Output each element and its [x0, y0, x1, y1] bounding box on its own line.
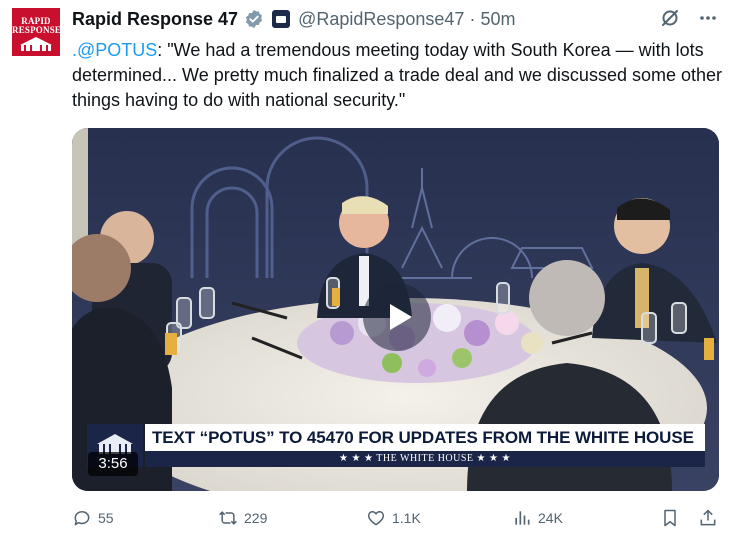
reply-count: 55	[98, 510, 114, 526]
timestamp[interactable]: 50m	[480, 9, 515, 30]
handle[interactable]: @RapidResponse47	[298, 9, 464, 30]
government-flag-icon[interactable]	[272, 10, 291, 28]
tweet-actions: 55 229 1.1K 24K	[72, 508, 722, 534]
verified-badge-icon[interactable]	[244, 9, 264, 29]
views-icon	[515, 511, 530, 525]
like-icon	[367, 511, 385, 526]
reply-icon	[74, 511, 90, 526]
views-button[interactable]: 24K	[512, 508, 563, 528]
bookmark-icon	[664, 509, 676, 527]
tweet-text: .@POTUS: "We had a tremendous meeting to…	[72, 38, 722, 113]
lower-third-subbar: ★ ★ ★ THE WHITE HOUSE ★ ★ ★	[145, 451, 705, 467]
video-duration: 3:56	[88, 452, 138, 476]
repost-button[interactable]: 229	[218, 508, 267, 528]
avatar[interactable]: RAPID RESPONSE	[12, 8, 60, 56]
separator-dot: ·	[469, 8, 476, 29]
share-icon	[700, 509, 716, 526]
like-count: 1.1K	[392, 510, 421, 526]
lower-third-text: TEXT “POTUS” TO 45470 FOR UPDATES FROM T…	[152, 428, 694, 447]
mention-link[interactable]: .@POTUS	[72, 40, 157, 60]
tweet-header: Rapid Response 47 @RapidResponse47 · 50m	[72, 8, 515, 30]
bookmark-button[interactable]	[660, 508, 680, 528]
reply-button[interactable]: 55	[72, 508, 114, 528]
grok-icon[interactable]	[660, 8, 680, 28]
repost-icon	[219, 511, 237, 525]
play-icon[interactable]	[362, 282, 432, 352]
header-actions	[660, 8, 718, 28]
views-count: 24K	[538, 510, 563, 526]
repost-count: 229	[244, 510, 268, 526]
share-button[interactable]	[698, 508, 718, 528]
more-icon[interactable]	[698, 8, 718, 28]
like-button[interactable]: 1.1K	[366, 508, 421, 528]
tweet-body: : "We had a tremendous meeting today wit…	[72, 40, 723, 110]
white-house-logo-icon	[20, 37, 52, 51]
lower-third-banner: TEXT “POTUS” TO 45470 FOR UPDATES FROM T…	[145, 424, 705, 451]
display-name[interactable]: Rapid Response 47	[72, 9, 238, 30]
